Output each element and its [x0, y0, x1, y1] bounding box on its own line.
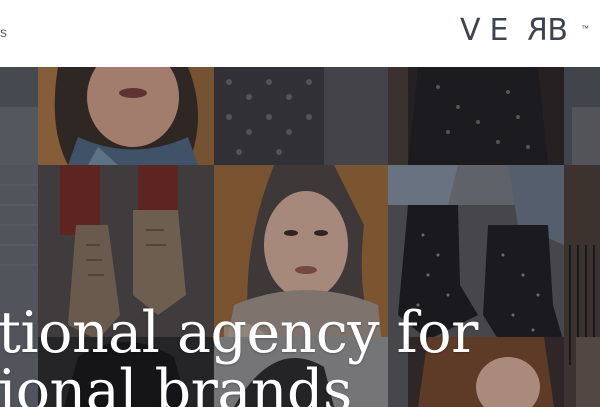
photo-tile-embellished-top	[388, 67, 564, 165]
site-header: s VERB ™	[0, 0, 600, 67]
photo-grid: tional agency for ional brands	[0, 67, 600, 407]
photo-tile-street	[0, 67, 38, 165]
photo-tile-edge-right	[564, 67, 600, 165]
headline-line-2: ional brands	[0, 358, 352, 407]
trademark-symbol: ™	[580, 24, 589, 33]
headline-line-1: tional agency for	[0, 300, 478, 366]
logo-letter-r: R	[517, 13, 548, 48]
logo-letter-b: B	[547, 13, 577, 48]
hero-headline: tional agency for ional brands	[0, 304, 600, 407]
nav-link-fragment[interactable]: s	[0, 24, 8, 40]
logo-letter-v: V	[460, 13, 490, 48]
logo-letter-e: E	[489, 13, 518, 48]
verb-logo[interactable]: VERB ™	[460, 13, 589, 48]
photo-tile-portrait-scarf	[38, 67, 214, 165]
photo-tile-patterned-jacket	[214, 67, 388, 165]
